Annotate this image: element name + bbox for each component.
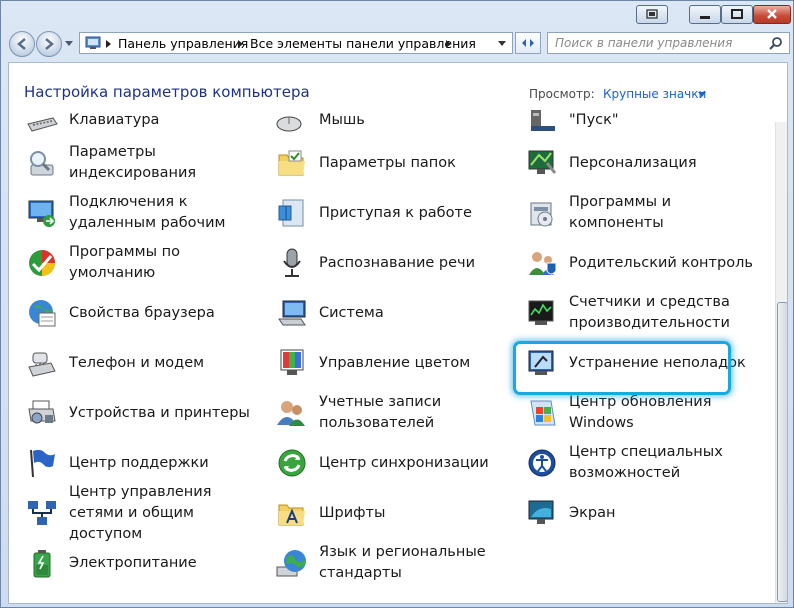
item-performance[interactable]: Счетчики и средства производительности (525, 291, 765, 335)
navigation-bar: Панель управления Все элементы панели уп… (1, 29, 793, 59)
vertical-scrollbar[interactable] (775, 122, 787, 603)
performance-icon (528, 300, 554, 325)
item-display[interactable]: Экран (525, 491, 765, 535)
getting-started-icon (278, 199, 304, 227)
item-action-center[interactable]: Центр поддержки (25, 441, 265, 485)
internet-options-icon (29, 300, 56, 327)
control-panel-icon (85, 36, 101, 49)
back-button[interactable] (9, 31, 35, 57)
arrow-right-icon (45, 38, 54, 50)
item-troubleshooting[interactable]: Устранение неполадок (525, 341, 765, 385)
personalization-icon (528, 150, 557, 174)
item-remote-desktop[interactable]: Подключения к удаленным рабочим (25, 191, 265, 235)
item-user-accounts[interactable]: Учетные записи пользователей (275, 391, 515, 435)
breadcrumb-separator-icon (238, 40, 243, 48)
item-speech-recognition[interactable]: Распознавание речи (275, 241, 515, 285)
taskbar-icon (531, 110, 555, 131)
power-options-icon (33, 550, 51, 578)
item-power-options[interactable]: Электропитание (25, 541, 265, 585)
folder-options-icon (278, 150, 305, 176)
search-input[interactable]: Поиск в панели управления (555, 36, 732, 50)
content-area: Настройка параметров компьютера Просмотр… (8, 62, 788, 604)
breadcrumb-control-panel[interactable]: Панель управления (118, 36, 248, 51)
item-fonts[interactable]: Шрифты (275, 491, 515, 535)
item-phone-modem[interactable]: Телефон и модем (25, 341, 265, 385)
item-region-language[interactable]: Язык и региональные стандарты (275, 541, 515, 585)
item-folder-options[interactable]: Параметры папок (275, 141, 515, 185)
parental-controls-icon (529, 252, 557, 275)
search-icon[interactable] (769, 36, 783, 50)
default-programs-icon (29, 250, 55, 276)
microphone-icon (283, 248, 301, 277)
search-box[interactable]: Поиск в панели управления (547, 32, 790, 54)
address-bar[interactable]: Панель управления Все элементы панели уп… (79, 32, 513, 54)
remote-desktop-icon (28, 200, 55, 227)
minimize-button[interactable] (689, 5, 721, 24)
item-programs-features[interactable]: Программы и компоненты (525, 191, 765, 235)
breadcrumb-separator-icon (106, 40, 111, 48)
item-parental-controls[interactable]: Родительский контроль (525, 241, 765, 285)
maximize-icon (731, 9, 743, 19)
view-label: Просмотр: (529, 87, 595, 101)
item-internet-options[interactable]: Свойства браузера (25, 291, 265, 335)
user-accounts-icon (277, 401, 305, 426)
indexing-icon (30, 151, 54, 176)
control-panel-window: Панель управления Все элементы панели уп… (0, 0, 794, 608)
item-sync-center[interactable]: Центр синхронизации (275, 441, 515, 485)
item-keyboard[interactable]: Клавиатура (25, 103, 265, 142)
devices-printers-icon (28, 400, 56, 424)
breadcrumb-all-items[interactable]: Все элементы панели управления (250, 36, 476, 51)
keyboard-icon (27, 117, 58, 132)
items-grid: Клавиатура Мышь "Пуск" Параметры индекси… (9, 103, 773, 603)
item-windows-update[interactable]: Центр обновления Windows (525, 391, 765, 435)
minimize-icon (700, 16, 710, 19)
programs-icon (530, 202, 553, 227)
forward-button[interactable] (36, 31, 62, 57)
windows-update-icon (530, 400, 556, 426)
item-system[interactable]: Система (275, 291, 515, 335)
color-management-icon (280, 349, 304, 375)
item-start-menu[interactable]: "Пуск" (525, 103, 765, 142)
region-language-icon (276, 550, 306, 577)
item-ease-of-access[interactable]: Центр специальных возможностей (525, 441, 765, 485)
ease-of-access-icon (528, 449, 556, 477)
item-getting-started[interactable]: Приступая к работе (275, 191, 515, 235)
page-title: Настройка параметров компьютера (24, 83, 310, 101)
fonts-icon (278, 504, 305, 526)
mouse-icon (276, 116, 302, 132)
item-mouse[interactable]: Мышь (275, 103, 515, 142)
item-network-center[interactable]: Центр управления сетями и общим доступом (25, 484, 265, 542)
item-indexing-options[interactable]: Параметры индексирования (25, 141, 265, 185)
network-center-icon (28, 501, 56, 525)
maximize-button[interactable] (721, 5, 753, 24)
breadcrumb-separator-icon (446, 40, 451, 48)
scrollbar-thumb[interactable] (777, 302, 787, 602)
address-history-chevron-down-icon[interactable] (498, 41, 506, 46)
view-mode-dropdown[interactable]: Крупные значки (603, 87, 706, 101)
system-icon (278, 300, 306, 326)
phone-modem-icon (28, 352, 56, 377)
close-button[interactable] (753, 5, 791, 24)
display-icon (528, 500, 554, 524)
item-color-management[interactable]: Управление цветом (275, 341, 515, 385)
item-personalization[interactable]: Персонализация (525, 141, 765, 185)
action-center-flag-icon (30, 449, 55, 478)
item-default-programs[interactable]: Программы по умолчанию (25, 241, 265, 285)
close-icon (767, 9, 777, 19)
arrow-left-icon (17, 38, 26, 50)
window-switch-icon (646, 9, 658, 19)
view-mode-chevron-down-icon[interactable] (698, 92, 706, 97)
recent-pages-chevron-down-icon[interactable] (65, 41, 73, 47)
item-devices-printers[interactable]: Устройства и принтеры (25, 391, 265, 435)
sync-center-icon (278, 449, 306, 477)
refresh-button[interactable] (515, 32, 541, 54)
refresh-icon (522, 39, 534, 47)
troubleshooting-icon (528, 350, 554, 375)
switch-view-button[interactable] (636, 5, 668, 24)
